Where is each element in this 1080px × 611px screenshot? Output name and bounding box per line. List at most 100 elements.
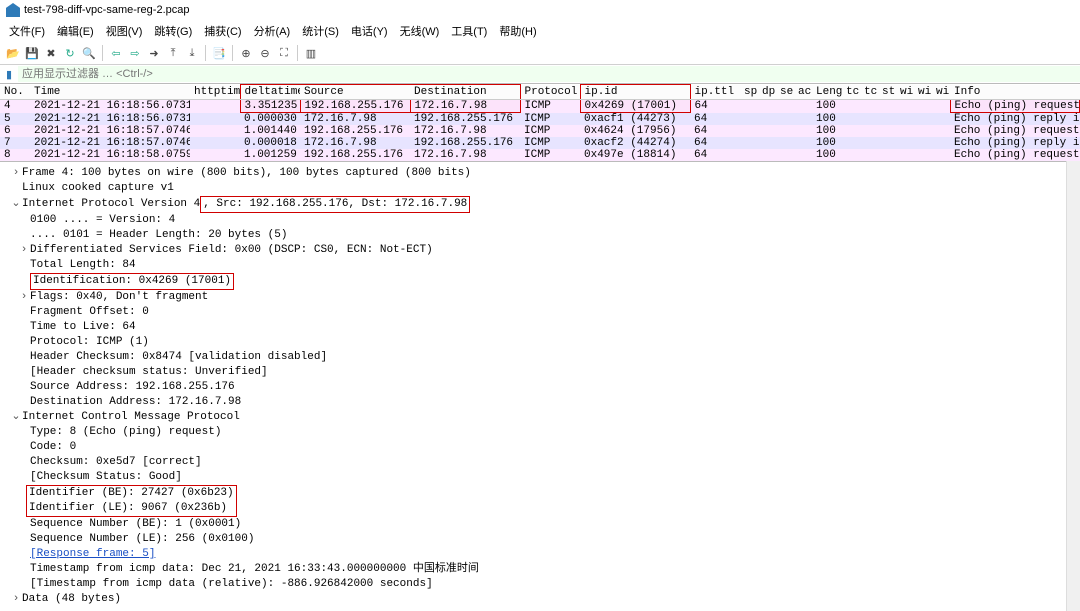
detail-ttl[interactable]: Time to Live: 64 — [30, 321, 136, 333]
detail-type[interactable]: Type: 8 (Echo (ping) request) — [30, 426, 221, 438]
col-ac[interactable]: ac — [794, 85, 812, 100]
detail-idle[interactable]: Identifier (LE): 9067 (0x236b) — [29, 502, 227, 514]
detail-linux[interactable]: Linux cooked capture v1 — [22, 182, 174, 194]
detail-idbe[interactable]: Identifier (BE): 27427 (0x6b23) — [29, 487, 234, 499]
close-icon[interactable]: ✖ — [42, 44, 60, 62]
detail-totlen[interactable]: Total Length: 84 — [30, 259, 136, 271]
open-icon[interactable]: 📂 — [4, 44, 22, 62]
packet-row[interactable]: 72021-12-21 16:18:57.0746460.000018172.1… — [0, 137, 1080, 149]
detail-flags[interactable]: Flags: 0x40, Don't fragment — [30, 291, 208, 303]
col-tc2[interactable]: tc — [860, 85, 878, 100]
detail-dsta[interactable]: Destination Address: 172.16.7.98 — [30, 396, 241, 408]
menu-tools[interactable]: 工具(T) — [446, 22, 492, 40]
detail-version[interactable]: 0100 .... = Version: 4 — [30, 214, 175, 226]
vertical-scrollbar[interactable] — [1066, 161, 1080, 611]
zoom-fit-icon[interactable]: ⛶ — [275, 44, 293, 62]
packet-row[interactable]: 52021-12-21 16:18:56.0731880.000030172.1… — [0, 113, 1080, 126]
save-icon[interactable]: 💾 — [23, 44, 41, 62]
col-time[interactable]: Time — [30, 85, 190, 100]
detail-code[interactable]: Code: 0 — [30, 441, 76, 453]
col-info[interactable]: Info — [950, 85, 1080, 100]
menubar: 文件(F) 编辑(E) 视图(V) 跳转(G) 捕获(C) 分析(A) 统计(S… — [0, 20, 1080, 42]
col-no[interactable]: No. — [0, 85, 30, 100]
last-icon[interactable]: ⤓ — [183, 44, 201, 62]
tree-toggle-icon[interactable]: ⌄ — [10, 197, 22, 212]
menu-analyze[interactable]: 分析(A) — [249, 22, 296, 40]
bookmark-icon[interactable]: ▮ — [0, 65, 18, 83]
detail-sqle[interactable]: Sequence Number (LE): 256 (0x0100) — [30, 533, 254, 545]
resize-cols-icon[interactable]: ▥ — [302, 44, 320, 62]
col-deltatime[interactable]: deltatime — [240, 85, 300, 100]
packet-row[interactable]: 42021-12-21 16:18:56.0731583.351235192.1… — [0, 100, 1080, 113]
menu-capture[interactable]: 捕获(C) — [199, 22, 246, 40]
detail-data[interactable]: Data (48 bytes) — [22, 593, 121, 605]
detail-srca[interactable]: Source Address: 192.168.255.176 — [30, 381, 235, 393]
detail-frame[interactable]: Frame 4: 100 bytes on wire (800 bits), 1… — [22, 167, 471, 179]
detail-response-link[interactable]: [Response frame: 5] — [30, 548, 155, 560]
detail-sqbe[interactable]: Sequence Number (BE): 1 (0x0001) — [30, 518, 241, 530]
tree-toggle-icon[interactable]: ⌄ — [10, 410, 22, 425]
detail-fragoff[interactable]: Fragment Offset: 0 — [30, 306, 149, 318]
col-wi3[interactable]: wi — [932, 85, 950, 100]
back-icon[interactable]: ⇦ — [107, 44, 125, 62]
packet-cell — [878, 137, 896, 149]
autoscroll-icon[interactable]: 📑 — [210, 44, 228, 62]
col-dp[interactable]: dp — [758, 85, 776, 100]
menu-file[interactable]: 文件(F) — [4, 22, 50, 40]
col-st[interactable]: st — [878, 85, 896, 100]
detail-protocol[interactable]: Protocol: ICMP (1) — [30, 336, 149, 348]
menu-telephony[interactable]: 电话(Y) — [346, 22, 393, 40]
display-filter-input[interactable] — [18, 66, 1080, 82]
tree-toggle-icon[interactable]: › — [18, 290, 30, 305]
col-ipid[interactable]: ip.id — [580, 85, 690, 100]
tree-toggle-icon[interactable]: › — [10, 592, 22, 607]
packet-row[interactable]: 82021-12-21 16:18:58.0759051.001259192.1… — [0, 149, 1080, 161]
zoom-in-icon[interactable]: ⊕ — [237, 44, 255, 62]
zoom-out-icon[interactable]: ⊖ — [256, 44, 274, 62]
col-tc1[interactable]: tc — [842, 85, 860, 100]
detail-hchks[interactable]: [Header checksum status: Unverified] — [30, 366, 268, 378]
col-ttl[interactable]: ip.ttl — [690, 85, 740, 100]
detail-hlen[interactable]: .... 0101 = Header Length: 20 bytes (5) — [30, 229, 287, 241]
reload-icon[interactable]: ↻ — [61, 44, 79, 62]
packet-row[interactable]: 62021-12-21 16:18:57.0746281.001440192.1… — [0, 125, 1080, 137]
packet-header-row[interactable]: No. Time httptime deltatime Source Desti… — [0, 85, 1080, 100]
detail-chk[interactable]: Checksum: 0xe5d7 [correct] — [30, 456, 202, 468]
col-sp[interactable]: sp — [740, 85, 758, 100]
menu-view[interactable]: 视图(V) — [101, 22, 148, 40]
packet-cell — [932, 113, 950, 126]
menu-help[interactable]: 帮助(H) — [494, 22, 541, 40]
detail-icmp[interactable]: Internet Control Message Protocol — [22, 411, 240, 423]
detail-identification[interactable]: Identification: 0x4269 (17001) — [30, 273, 234, 290]
packet-table[interactable]: No. Time httptime deltatime Source Desti… — [0, 84, 1080, 161]
col-len[interactable]: Leng — [812, 85, 842, 100]
detail-ts1[interactable]: Timestamp from icmp data: Dec 21, 2021 1… — [30, 563, 479, 575]
packet-details-pane[interactable]: ›Frame 4: 100 bytes on wire (800 bits), … — [0, 161, 1080, 611]
col-source[interactable]: Source — [300, 85, 410, 100]
detail-chks[interactable]: [Checksum Status: Good] — [30, 471, 182, 483]
find-icon[interactable]: 🔍 — [80, 44, 98, 62]
tree-toggle-icon[interactable]: › — [18, 243, 30, 258]
menu-statistics[interactable]: 统计(S) — [297, 22, 344, 40]
packet-cell — [896, 149, 914, 161]
col-destination[interactable]: Destination — [410, 85, 520, 100]
detail-ip-head[interactable]: Internet Protocol Version 4 — [22, 198, 200, 210]
jump-icon[interactable]: ➜ — [145, 44, 163, 62]
packet-cell — [190, 113, 240, 126]
col-protocol[interactable]: Protocol — [520, 85, 580, 100]
col-httptime[interactable]: httptime — [190, 85, 240, 100]
first-icon[interactable]: ⤒ — [164, 44, 182, 62]
fwd-icon[interactable]: ⇨ — [126, 44, 144, 62]
packet-cell: 192.168.255.176 — [410, 137, 520, 149]
detail-ts2[interactable]: [Timestamp from icmp data (relative): -8… — [30, 578, 433, 590]
menu-go[interactable]: 跳转(G) — [149, 22, 197, 40]
menu-edit[interactable]: 编辑(E) — [52, 22, 99, 40]
tree-toggle-icon[interactable]: › — [10, 166, 22, 181]
detail-dsf[interactable]: Differentiated Services Field: 0x00 (DSC… — [30, 244, 433, 256]
col-wi1[interactable]: wi — [896, 85, 914, 100]
col-se[interactable]: se — [776, 85, 794, 100]
col-wi2[interactable]: wi — [914, 85, 932, 100]
menu-wireless[interactable]: 无线(W) — [395, 22, 445, 40]
detail-hchk[interactable]: Header Checksum: 0x8474 [validation disa… — [30, 351, 327, 363]
packet-cell: Echo (ping) request id=0x6b23, — [950, 100, 1080, 113]
